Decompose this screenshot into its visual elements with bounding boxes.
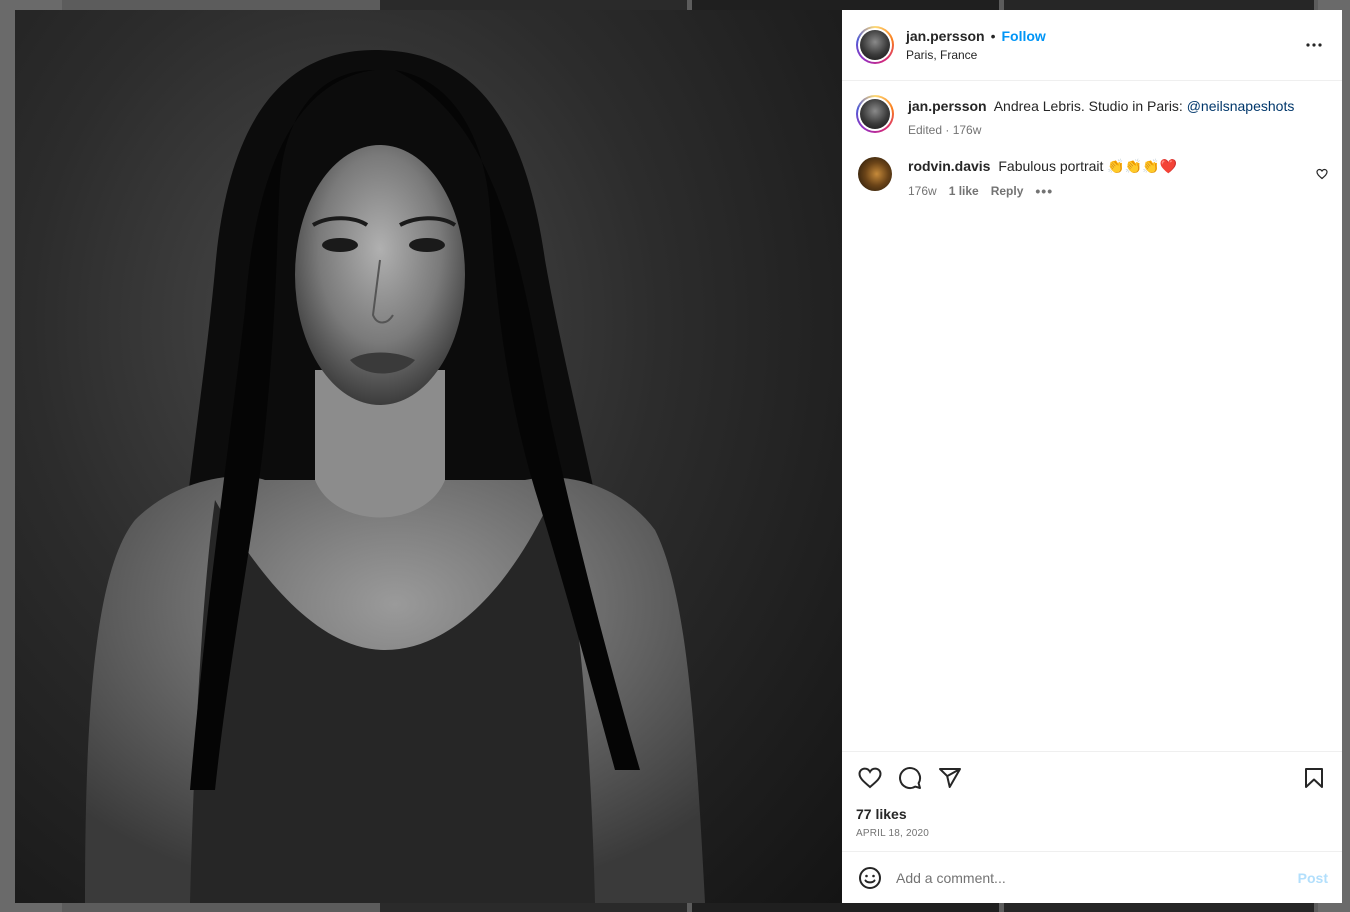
like-button[interactable]	[856, 764, 884, 792]
comment-text: Fabulous portrait 👏👏👏❤️	[998, 158, 1178, 174]
comment-age[interactable]: 176w	[908, 184, 937, 198]
author-avatar[interactable]	[856, 26, 894, 64]
post-button[interactable]: Post	[1298, 870, 1328, 886]
comment-options-button[interactable]: •••	[1035, 183, 1053, 199]
post-modal: jan.persson • Follow Paris, France jan.p…	[15, 10, 1342, 903]
post-location[interactable]: Paris, France	[906, 48, 1300, 62]
comment-input[interactable]	[896, 869, 1298, 886]
comments-list: jan.persson Andrea Lebris. Studio in Par…	[842, 81, 1342, 751]
follow-button[interactable]: Follow	[1002, 28, 1046, 44]
author-username[interactable]: jan.persson	[906, 28, 985, 44]
caption-meta: Edited · 176w	[908, 123, 982, 137]
heart-icon	[858, 767, 882, 789]
caption-text: Andrea Lebris. Studio in Paris:	[993, 98, 1187, 114]
share-icon	[939, 768, 961, 788]
post-photo	[15, 10, 842, 903]
comment-icon	[899, 767, 922, 790]
comment-likes[interactable]: 1 like	[949, 184, 979, 198]
post-sidebar: jan.persson • Follow Paris, France jan.p…	[842, 10, 1342, 903]
portrait-image	[85, 50, 705, 903]
post-actions: 77 likes APRIL 18, 2020	[842, 751, 1342, 851]
reply-button[interactable]: Reply	[991, 184, 1024, 198]
caption-avatar[interactable]	[856, 95, 894, 133]
likes-count[interactable]: 77 likes	[856, 806, 1328, 822]
comment-button[interactable]	[896, 764, 924, 792]
more-horizontal-icon	[1306, 43, 1322, 47]
emoji-button[interactable]	[858, 866, 882, 890]
post-header: jan.persson • Follow Paris, France	[842, 10, 1342, 81]
bookmark-icon	[1305, 768, 1323, 788]
more-options-button[interactable]	[1300, 31, 1328, 59]
commenter-avatar[interactable]	[858, 157, 892, 191]
caption-username[interactable]: jan.persson	[908, 98, 987, 114]
caption-mention[interactable]: @neilsnapeshots	[1187, 98, 1295, 114]
comment-like-button[interactable]	[1316, 167, 1328, 185]
emoji-icon	[859, 866, 881, 889]
list-item-comment: rodvin.davis Fabulous portrait 👏👏👏❤️ 176…	[856, 155, 1328, 199]
add-comment-bar: Post	[842, 851, 1342, 903]
share-button[interactable]	[936, 764, 964, 792]
post-date[interactable]: APRIL 18, 2020	[856, 828, 1328, 839]
save-button[interactable]	[1300, 764, 1328, 792]
separator: •	[990, 28, 996, 44]
comment-username[interactable]: rodvin.davis	[908, 158, 990, 174]
small-heart-icon	[1316, 168, 1328, 180]
caption: jan.persson Andrea Lebris. Studio in Par…	[856, 95, 1328, 137]
